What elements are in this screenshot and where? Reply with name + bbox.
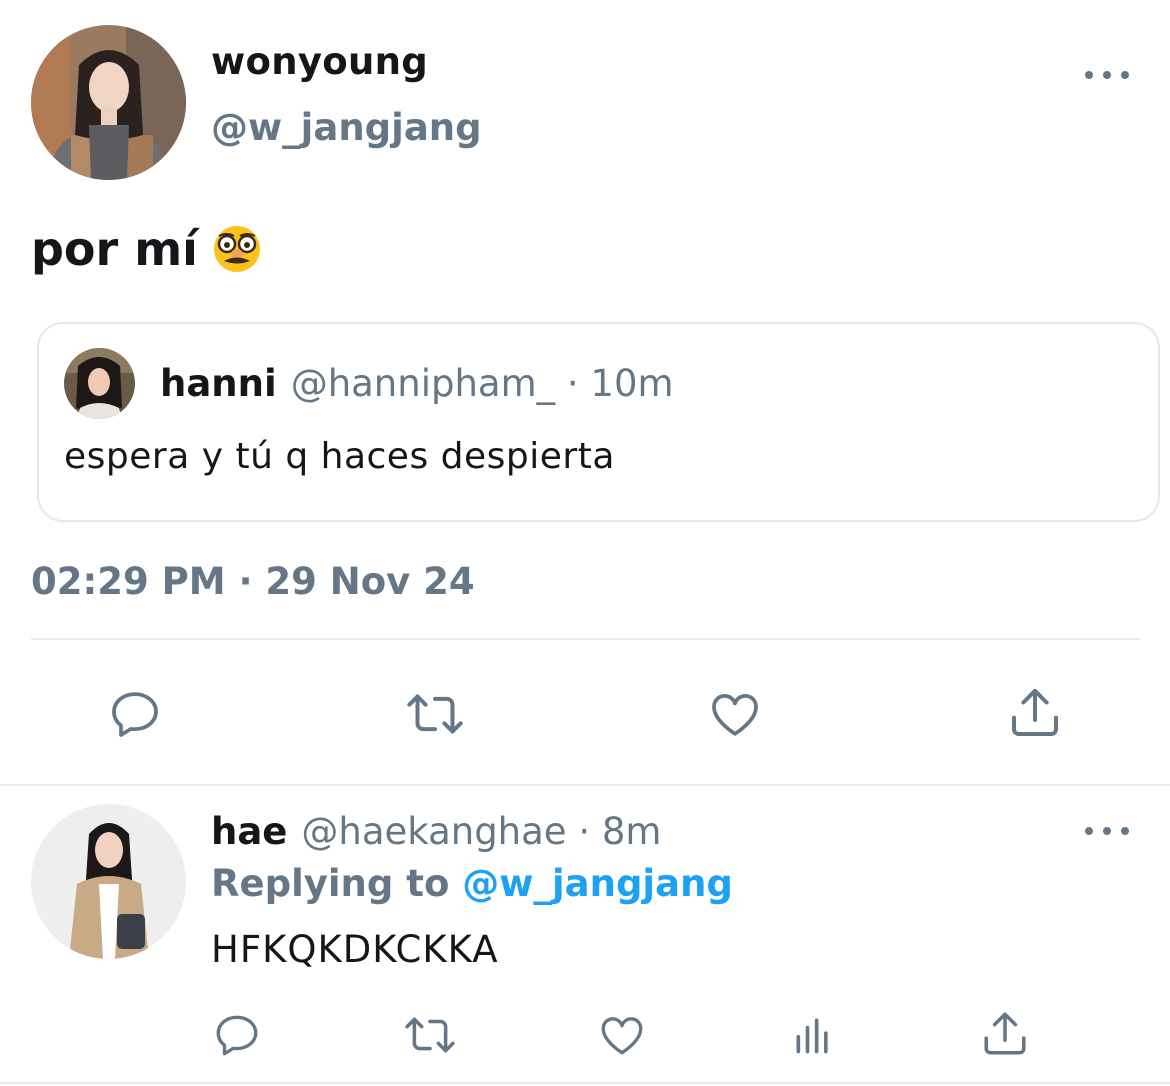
reply-handle-time: @haekanghae · 8m bbox=[301, 810, 662, 853]
quoted-author-avatar[interactable] bbox=[64, 348, 135, 419]
reply-display-name[interactable]: hae bbox=[211, 810, 287, 853]
more-dot bbox=[1085, 71, 1093, 79]
bottom-divider bbox=[0, 1082, 1170, 1084]
share-icon[interactable] bbox=[978, 1006, 1032, 1062]
quoted-tweet-header: hanni @hannipham_ · 10m bbox=[160, 362, 674, 405]
timestamp-divider bbox=[31, 638, 1140, 640]
like-icon[interactable] bbox=[704, 684, 766, 744]
reply-tweet-text: HFKQKDKCKKA bbox=[211, 928, 499, 971]
replying-to-line: Replying to @w_jangjang bbox=[211, 862, 733, 905]
quoted-display-name[interactable]: hanni bbox=[160, 362, 277, 405]
tweet-separator bbox=[0, 784, 1170, 786]
share-icon[interactable] bbox=[1005, 682, 1065, 744]
quoted-handle-time: @hannipham_ · 10m bbox=[290, 362, 674, 405]
more-dot bbox=[1121, 827, 1129, 835]
quoted-tweet-text: espera y tú q haces despierta bbox=[64, 436, 615, 477]
author-display-name[interactable]: wonyoung bbox=[211, 40, 428, 83]
reply-more-options-icon[interactable] bbox=[1085, 821, 1129, 841]
reply-header: hae @haekanghae · 8m bbox=[211, 810, 661, 853]
disguised-face-emoji-icon bbox=[212, 224, 262, 274]
tweet-body: por mí bbox=[31, 222, 262, 276]
author-avatar[interactable] bbox=[31, 25, 186, 180]
replying-to-label: Replying to bbox=[211, 862, 450, 905]
quoted-tweet-card[interactable] bbox=[37, 322, 1160, 522]
more-dot bbox=[1085, 827, 1093, 835]
retweet-icon[interactable] bbox=[402, 684, 468, 744]
reply-icon[interactable] bbox=[210, 1008, 264, 1062]
reply-icon[interactable] bbox=[105, 684, 165, 744]
more-dot bbox=[1103, 827, 1111, 835]
like-icon[interactable] bbox=[594, 1008, 650, 1062]
author-handle[interactable]: @w_jangjang bbox=[211, 106, 482, 149]
more-options-icon[interactable] bbox=[1085, 65, 1129, 85]
reply-author-avatar[interactable] bbox=[31, 804, 186, 959]
more-dot bbox=[1103, 71, 1111, 79]
tweet-timestamp[interactable]: 02:29 PM · 29 Nov 24 bbox=[31, 560, 475, 603]
retweet-icon[interactable] bbox=[400, 1008, 460, 1062]
tweet-text: por mí bbox=[31, 222, 198, 276]
replying-to-mention[interactable]: @w_jangjang bbox=[462, 862, 733, 905]
more-dot bbox=[1121, 71, 1129, 79]
analytics-icon[interactable] bbox=[788, 1008, 838, 1062]
